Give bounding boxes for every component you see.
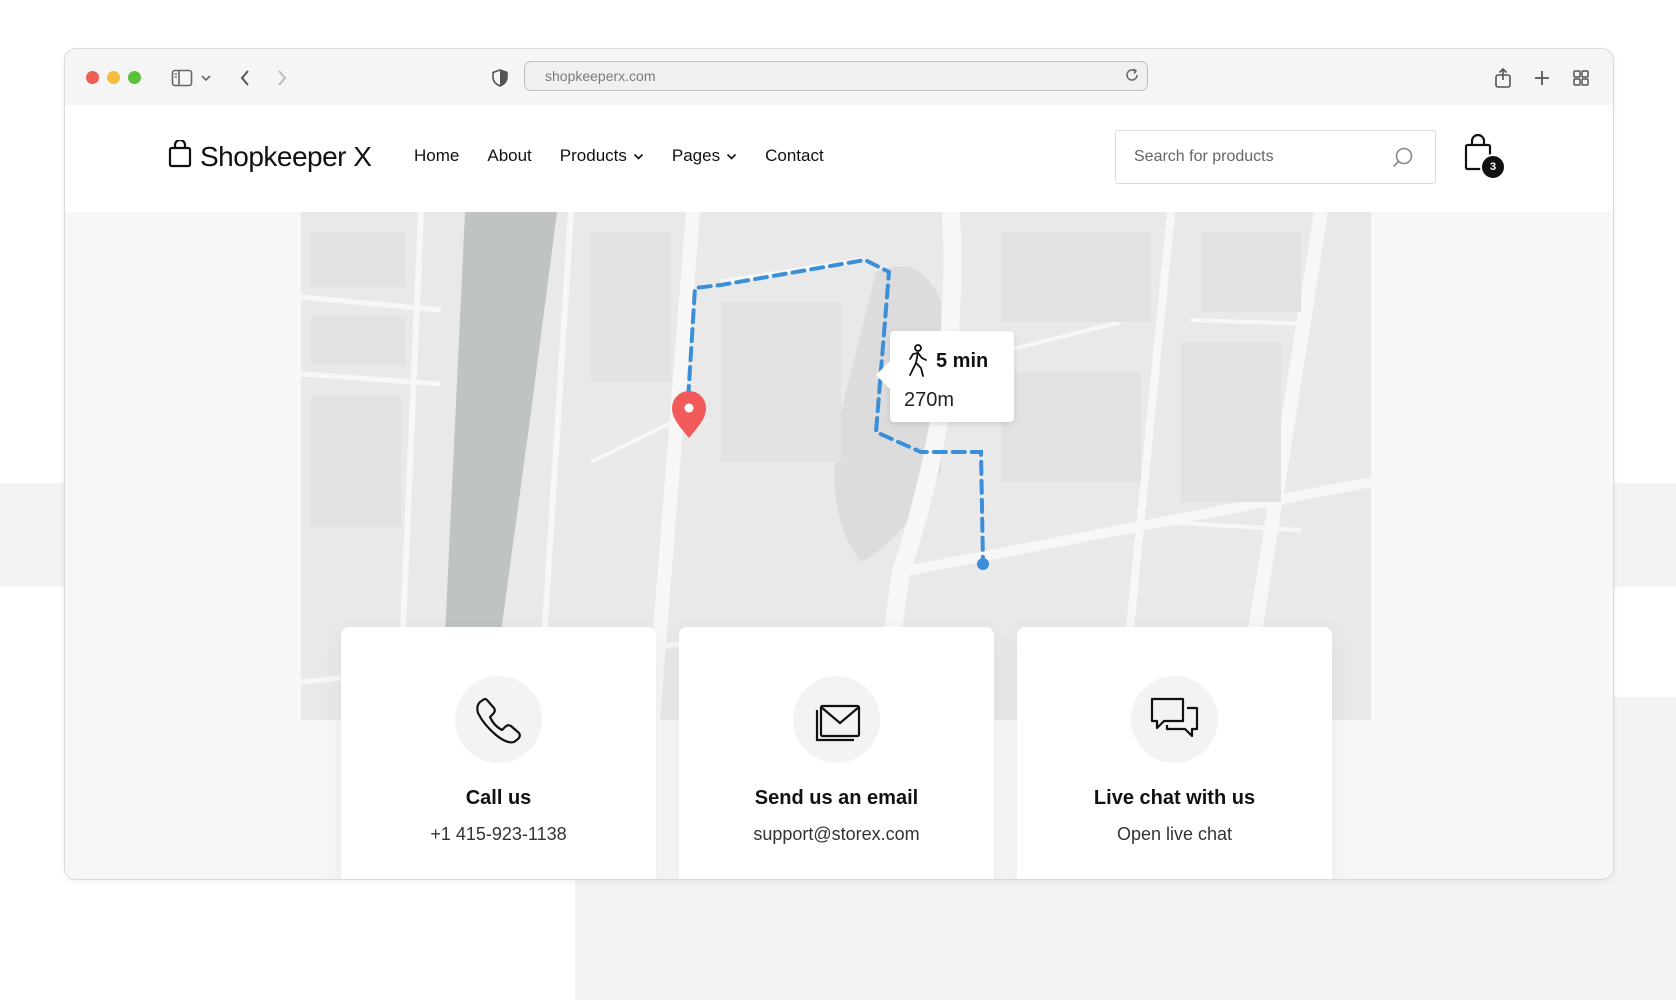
- background-block-right: [1610, 483, 1676, 587]
- search-icon[interactable]: [1391, 146, 1415, 175]
- envelope-icon: [815, 704, 860, 741]
- call-us-card: Call us +1 415-923-1138: [341, 627, 656, 879]
- nav-products[interactable]: Products: [560, 146, 644, 166]
- sidebar-toggle-icon[interactable]: [169, 65, 195, 91]
- building: [591, 232, 671, 382]
- nav-contact[interactable]: Contact: [765, 146, 824, 166]
- nav-pages-label: Pages: [671, 146, 721, 165]
- building: [311, 397, 401, 527]
- nav-home[interactable]: Home: [414, 146, 459, 166]
- site-header: Shopkeeper X Home About Products Pages C…: [65, 105, 1613, 212]
- share-icon[interactable]: [1490, 65, 1516, 91]
- address-url: shopkeeperx.com: [545, 68, 656, 84]
- new-tab-plus-icon[interactable]: [1529, 65, 1555, 91]
- destination-dot: [977, 558, 989, 570]
- tab-overview-icon[interactable]: [1568, 65, 1594, 91]
- building: [721, 302, 841, 462]
- nav-about[interactable]: About: [487, 146, 531, 166]
- chevron-down-icon: [727, 153, 737, 160]
- route-time-row: 5 min: [904, 344, 988, 378]
- search-input[interactable]: [1132, 147, 1386, 167]
- email-link[interactable]: support@storex.com: [679, 824, 994, 845]
- background-block-left: [0, 483, 70, 587]
- chevron-down-icon: [633, 153, 643, 160]
- zoom-window-button[interactable]: [128, 71, 141, 84]
- site-logo[interactable]: Shopkeeper X: [168, 138, 372, 173]
- call-us-title: Call us: [465, 787, 532, 809]
- close-window-button[interactable]: [86, 71, 99, 84]
- phone-icon: [475, 697, 521, 743]
- building: [1201, 232, 1301, 312]
- logo-text: Shopkeeper X: [200, 140, 372, 172]
- nav-home-label: Home: [414, 146, 460, 165]
- browser-window: shopkeeperx.com Shopkeeper X Home About …: [64, 48, 1614, 880]
- cart-count-badge: 3: [1480, 154, 1506, 180]
- live-chat-title: Live chat with us: [1093, 787, 1256, 809]
- walking-person-icon: [909, 344, 927, 377]
- building: [1001, 372, 1141, 482]
- shopping-bag-icon: [168, 138, 192, 173]
- back-arrow-icon[interactable]: [232, 65, 258, 91]
- building: [1181, 342, 1281, 502]
- phone-icon-circle: [455, 676, 542, 763]
- forward-arrow-icon[interactable]: [269, 65, 295, 91]
- live-chat-card: Live chat with us Open live chat: [1017, 627, 1332, 879]
- email-card: Send us an email support@storex.com: [679, 627, 994, 879]
- address-bar[interactable]: shopkeeperx.com: [524, 61, 1148, 91]
- reload-icon[interactable]: [1123, 66, 1141, 89]
- open-live-chat-link[interactable]: Open live chat: [1017, 824, 1332, 845]
- envelope-icon-circle: [793, 676, 880, 763]
- nav-products-label: Products: [559, 146, 627, 165]
- route-distance: 270m: [904, 389, 955, 411]
- browser-toolbar: shopkeeperx.com: [65, 49, 1613, 106]
- chat-bubbles-icon: [1150, 697, 1198, 737]
- minimize-window-button[interactable]: [107, 71, 120, 84]
- chat-icon-circle: [1131, 676, 1218, 763]
- chevron-down-icon[interactable]: [193, 65, 219, 91]
- main-nav: Home About Products Pages Contact: [414, 146, 852, 166]
- email-title: Send us an email: [754, 787, 919, 809]
- cart-button[interactable]: 3: [1463, 133, 1506, 180]
- nav-contact-label: Contact: [765, 146, 824, 165]
- building: [311, 317, 406, 365]
- route-info-popup: 5 min 270m: [876, 331, 1014, 422]
- nav-pages[interactable]: Pages: [672, 146, 737, 166]
- phone-number-link[interactable]: +1 415-923-1138: [341, 824, 656, 845]
- search-box: [1115, 130, 1436, 184]
- nav-about-label: About: [487, 146, 532, 165]
- route-time: 5 min: [936, 349, 989, 372]
- privacy-shield-icon[interactable]: [487, 65, 513, 91]
- contact-section: 5 min 270m Call us +1 415-923-1138 Send: [65, 212, 1613, 879]
- building: [311, 232, 406, 287]
- building: [1001, 232, 1151, 322]
